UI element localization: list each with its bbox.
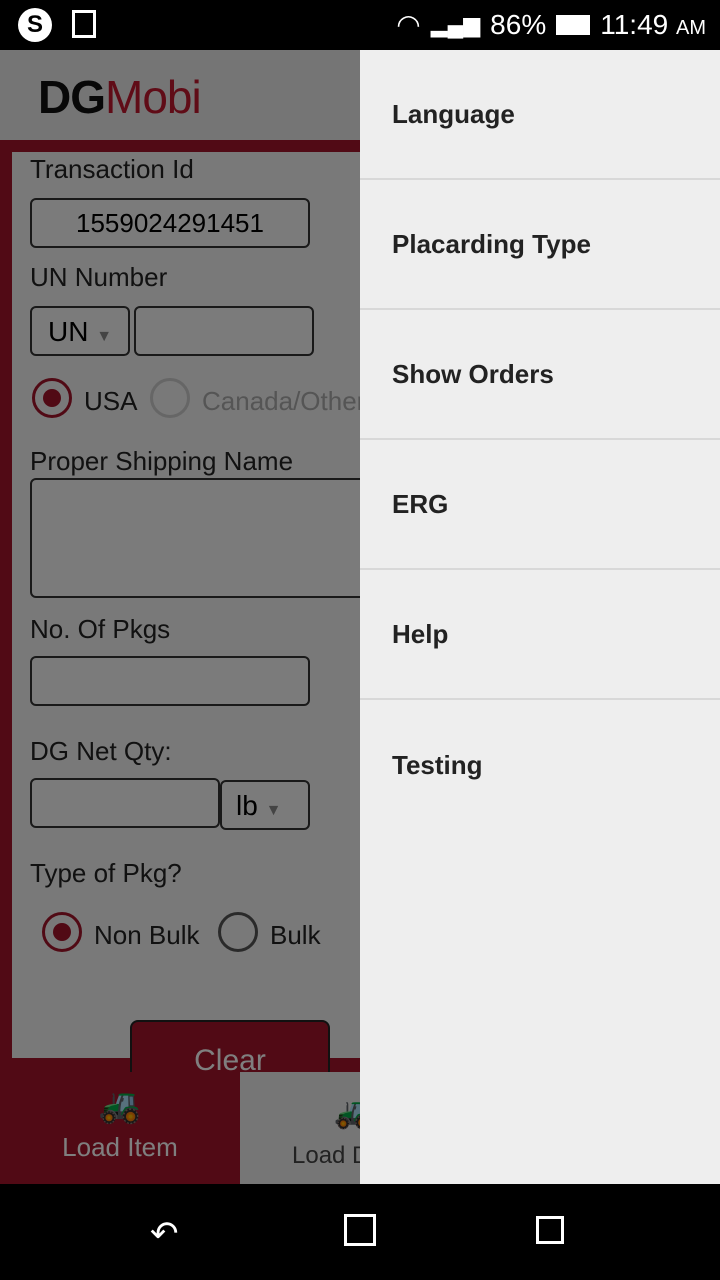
home-icon[interactable] (344, 1214, 376, 1246)
menu-item-erg[interactable]: ERG (360, 440, 720, 570)
system-nav-bar: ↶ (0, 1184, 720, 1280)
navigation-drawer: Language Placarding Type Show Orders ERG… (360, 50, 720, 1184)
status-bar: S ◠ ▂▄▆ 86% 11:49 AM (0, 0, 720, 50)
clock: 11:49 AM (600, 8, 706, 40)
recents-icon[interactable] (536, 1216, 564, 1244)
battery-icon (556, 14, 591, 35)
battery-percent: 86% (490, 8, 547, 40)
menu-item-language[interactable]: Language (360, 50, 720, 180)
menu-item-placarding-type[interactable]: Placarding Type (360, 180, 720, 310)
skype-icon: S (18, 8, 52, 42)
menu-item-testing[interactable]: Testing (360, 700, 720, 830)
signal-icon: ▂▄▆ (430, 11, 481, 37)
back-icon[interactable]: ↶ (150, 1214, 179, 1254)
wifi-icon: ◠ (396, 9, 421, 40)
drawer-scrim[interactable] (0, 50, 360, 1184)
screen-mirror-icon (72, 10, 96, 38)
menu-item-show-orders[interactable]: Show Orders (360, 310, 720, 440)
menu-item-help[interactable]: Help (360, 570, 720, 700)
